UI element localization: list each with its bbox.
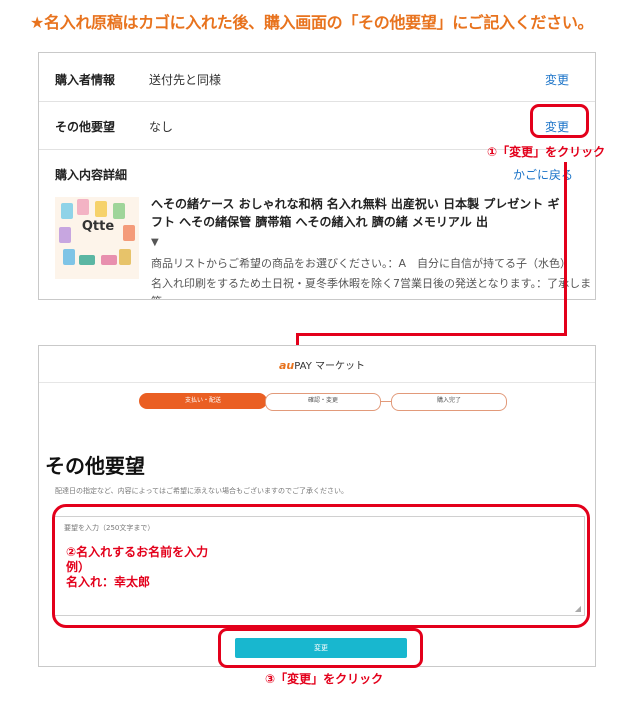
other-requests-label: その他要望 [55, 120, 116, 134]
connector-line [564, 162, 567, 336]
buyer-info-row: 購入者情報 送付先と同様 変更 [39, 53, 595, 101]
page-title: その他要望 [45, 454, 145, 478]
step-payment-delivery: 支払い・配送 [139, 393, 267, 409]
other-requests-row: その他要望 なし 変更 [39, 102, 595, 148]
highlight-change-link [530, 104, 589, 138]
purchase-details-label: 購入内容詳細 [55, 168, 128, 182]
product-option-line: 商品リストからご希望の商品をお選びください。：A 自分に自信が持てる子（水色） [151, 257, 572, 270]
purchase-screen-panel: 購入者情報 送付先と同様 変更 その他要望 なし 変更 購入内容詳細 かごに戻る… [38, 52, 596, 300]
product-logo: Qtte [81, 219, 115, 234]
page-note: 配達日の指定など、内容によってはご希望に添えない場合もございますのでご了承くださ… [55, 487, 348, 495]
highlight-submit-button [218, 628, 423, 668]
other-requests-value: なし [149, 120, 174, 134]
buyer-info-label: 購入者情報 [55, 73, 116, 87]
buyer-info-change-link[interactable]: 変更 [545, 71, 569, 88]
step3-annotation: ③「変更」をクリック [265, 672, 384, 686]
highlight-textarea [52, 504, 590, 628]
site-header: auPAY マーケット [39, 346, 595, 383]
product-thumbnail[interactable]: Qtte [55, 197, 139, 279]
brand-logo[interactable]: auPAY マーケット [279, 357, 365, 372]
product-title[interactable]: へその緒ケース おしゃれな和柄 名入れ無料 出産祝い 日本製 プレゼント ギフト… [151, 195, 571, 231]
buyer-info-value: 送付先と同様 [149, 73, 222, 87]
product-option-line: 等 [151, 293, 162, 299]
product-option-line: 名入れ印刷をするため土日祝・夏冬季休暇を除く7営業日後の発送となります。：了承し… [151, 277, 592, 290]
step1-annotation: ①「変更」をクリック [487, 145, 606, 159]
instruction-headline: ★名入れ原稿はカゴに入れた後、購入画面の「その他要望」にご記入ください。 [30, 13, 594, 32]
step-confirm-change: 確認・変更 [265, 393, 381, 411]
step-complete: 購入完了 [391, 393, 507, 411]
expand-toggle-icon[interactable]: ▼ [151, 237, 159, 248]
connector-line [296, 333, 567, 336]
